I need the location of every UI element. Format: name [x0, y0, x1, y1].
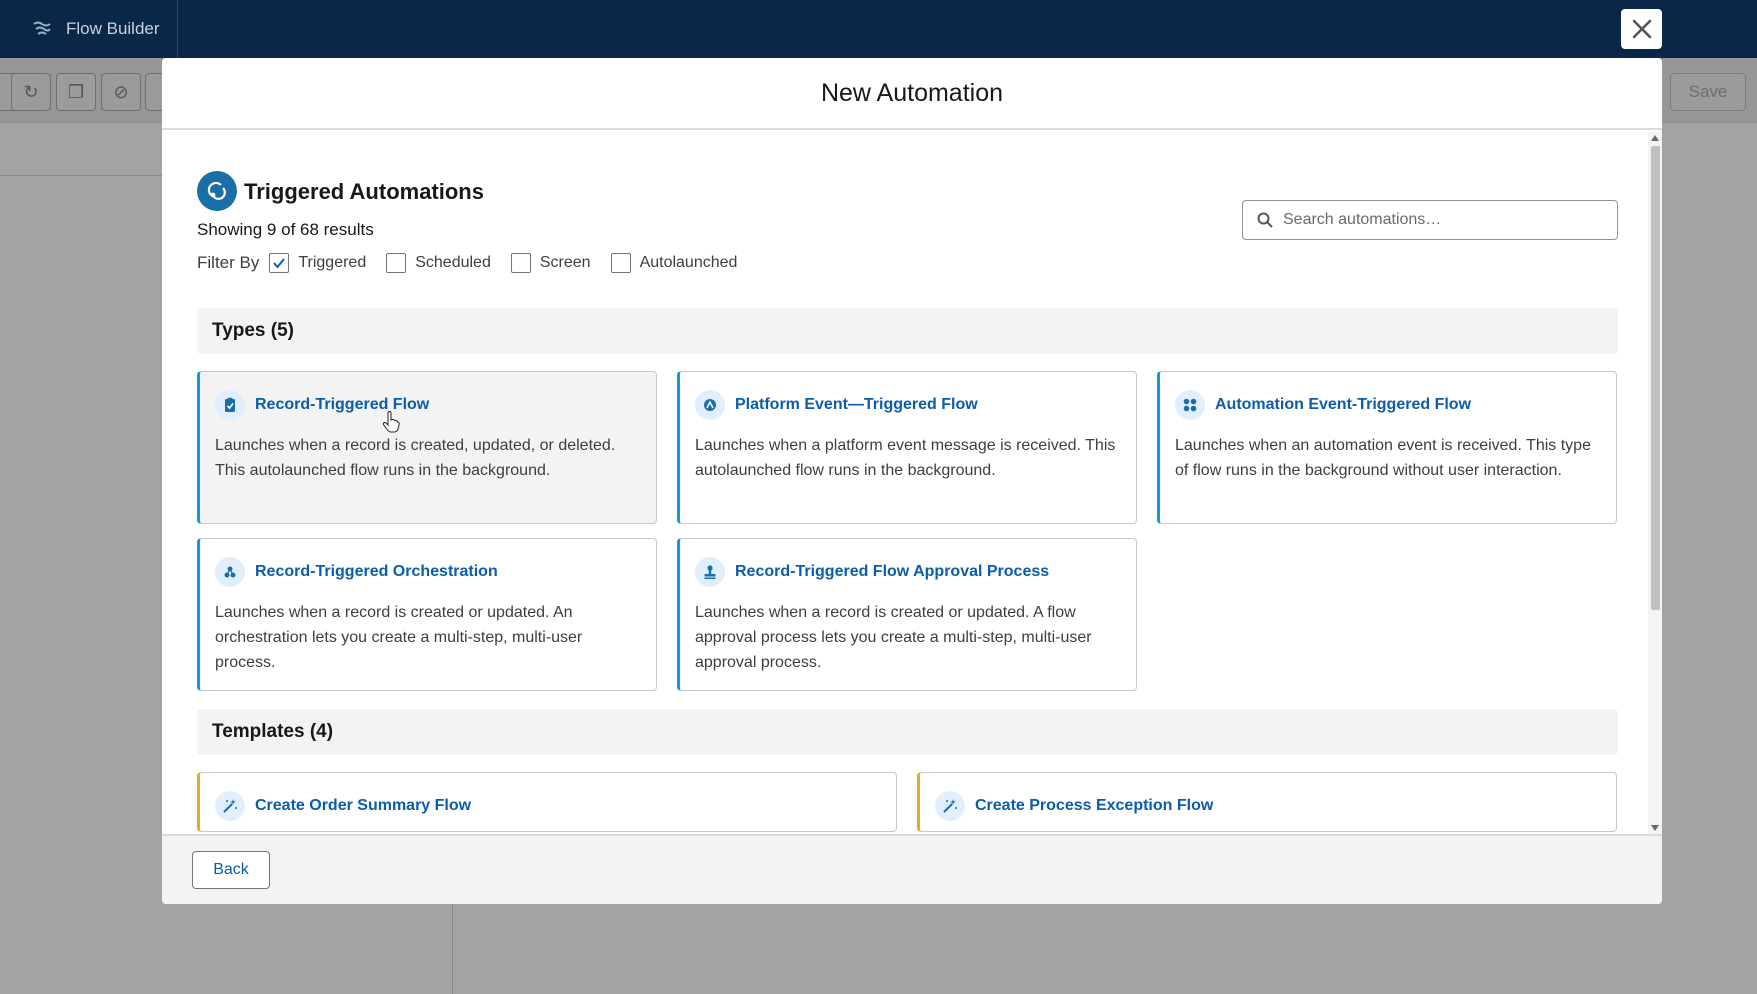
- app-title: Flow Builder: [66, 19, 160, 38]
- templates-header: Templates (4): [197, 709, 1618, 755]
- card-title: Record-Triggered Flow: [255, 396, 430, 413]
- search-input[interactable]: [1283, 211, 1603, 229]
- card-create-process-exception-flow[interactable]: Create Process Exception Flow: [917, 772, 1617, 832]
- app-brand[interactable]: Flow Builder: [0, 0, 178, 58]
- checkbox[interactable]: [386, 253, 407, 273]
- card-title: Record-Triggered Orchestration: [255, 563, 498, 580]
- card-description: Launches when a record is created, updat…: [215, 437, 616, 479]
- disable-button[interactable]: ⊘: [101, 73, 141, 111]
- card-create-order-summary-flow[interactable]: Create Order Summary Flow: [197, 772, 897, 832]
- checkbox[interactable]: [610, 253, 631, 273]
- record-trigger-icon: [215, 390, 245, 420]
- redo-button[interactable]: ↻: [11, 73, 51, 111]
- back-button[interactable]: Back: [192, 851, 270, 889]
- card-description: Launches when a record is created or upd…: [215, 604, 583, 671]
- filter-label-triggered: Triggered: [298, 254, 367, 271]
- magic-wand-icon: [215, 791, 245, 821]
- filter-scheduled[interactable]: Scheduled: [386, 253, 491, 273]
- redo-icon: ↻: [23, 81, 39, 102]
- copy-icon: ❐: [67, 81, 85, 102]
- divider: [0, 175, 162, 176]
- close-modal-button[interactable]: [1621, 9, 1662, 49]
- card-record-triggered-flow-approval[interactable]: Record-Triggered Flow Approval Process L…: [677, 538, 1137, 691]
- section-title: Triggered Automations: [244, 179, 484, 204]
- check-icon: [273, 258, 286, 269]
- card-description: Launches when a record is created or upd…: [695, 604, 1092, 671]
- card-title: Platform Event—Triggered Flow: [735, 396, 978, 413]
- card-record-triggered-flow[interactable]: Record-Triggered Flow Launches when a re…: [197, 371, 657, 524]
- app-header: Flow Builder: [0, 0, 1757, 58]
- filter-triggered[interactable]: Triggered: [269, 253, 366, 273]
- card-record-triggered-orchestration[interactable]: Record-Triggered Orchestration Launches …: [197, 538, 657, 691]
- orchestration-icon: [215, 557, 245, 587]
- magic-wand-icon: [935, 791, 965, 821]
- scroll-up-arrow-icon[interactable]: [1651, 135, 1659, 141]
- scroll-down-arrow-icon[interactable]: [1651, 825, 1659, 831]
- card-description: Launches when a platform event message i…: [695, 437, 1116, 479]
- triggered-automations-icon: [197, 171, 237, 211]
- search-automations-field[interactable]: [1242, 200, 1618, 240]
- modal-title: New Automation: [162, 58, 1662, 130]
- scroll-thumb[interactable]: [1651, 146, 1660, 610]
- checkbox-checked[interactable]: [269, 253, 290, 273]
- card-title: Create Order Summary Flow: [255, 797, 472, 814]
- new-automation-modal: New Automation Triggered Automations Sho…: [162, 58, 1662, 904]
- card-description: Launches when an automation event is rec…: [1175, 437, 1591, 479]
- card-title: Automation Event-Triggered Flow: [1215, 396, 1472, 413]
- filter-label-screen: Screen: [539, 254, 591, 271]
- save-button[interactable]: Save: [1670, 73, 1746, 111]
- filter-screen[interactable]: Screen: [510, 253, 591, 273]
- filter-label-scheduled: Scheduled: [415, 254, 491, 271]
- close-icon: [1632, 19, 1651, 39]
- divider: [452, 904, 453, 994]
- types-header: Types (5): [197, 308, 1618, 354]
- card-title: Create Process Exception Flow: [975, 797, 1214, 814]
- filter-row: Filter By Triggered Scheduled Screen Aut…: [197, 253, 757, 273]
- filter-label-autolaunched: Autolaunched: [639, 254, 738, 271]
- results-count: Showing 9 of 68 results: [197, 220, 374, 239]
- filter-autolaunched[interactable]: Autolaunched: [610, 253, 738, 273]
- filter-label: Filter By: [197, 253, 260, 272]
- automation-event-icon: [1175, 390, 1205, 420]
- copy-button[interactable]: ❐: [56, 73, 96, 111]
- approval-icon: [695, 557, 725, 587]
- search-icon: [1257, 212, 1273, 228]
- hand-cursor-icon: [382, 411, 400, 433]
- platform-event-icon: [695, 390, 725, 420]
- card-title: Record-Triggered Flow Approval Process: [735, 563, 1050, 580]
- modal-footer: Back: [162, 834, 1662, 904]
- checkbox[interactable]: [510, 253, 531, 273]
- flow-builder-logo-icon: [33, 21, 51, 35]
- modal-scrollbar[interactable]: [1648, 132, 1662, 834]
- card-automation-event-triggered-flow[interactable]: Automation Event-Triggered Flow Launches…: [1157, 371, 1617, 524]
- modal-body: Triggered Automations Showing 9 of 68 re…: [162, 132, 1662, 834]
- block-icon: ⊘: [113, 81, 129, 102]
- card-platform-event-triggered-flow[interactable]: Platform Event—Triggered Flow Launches w…: [677, 371, 1137, 524]
